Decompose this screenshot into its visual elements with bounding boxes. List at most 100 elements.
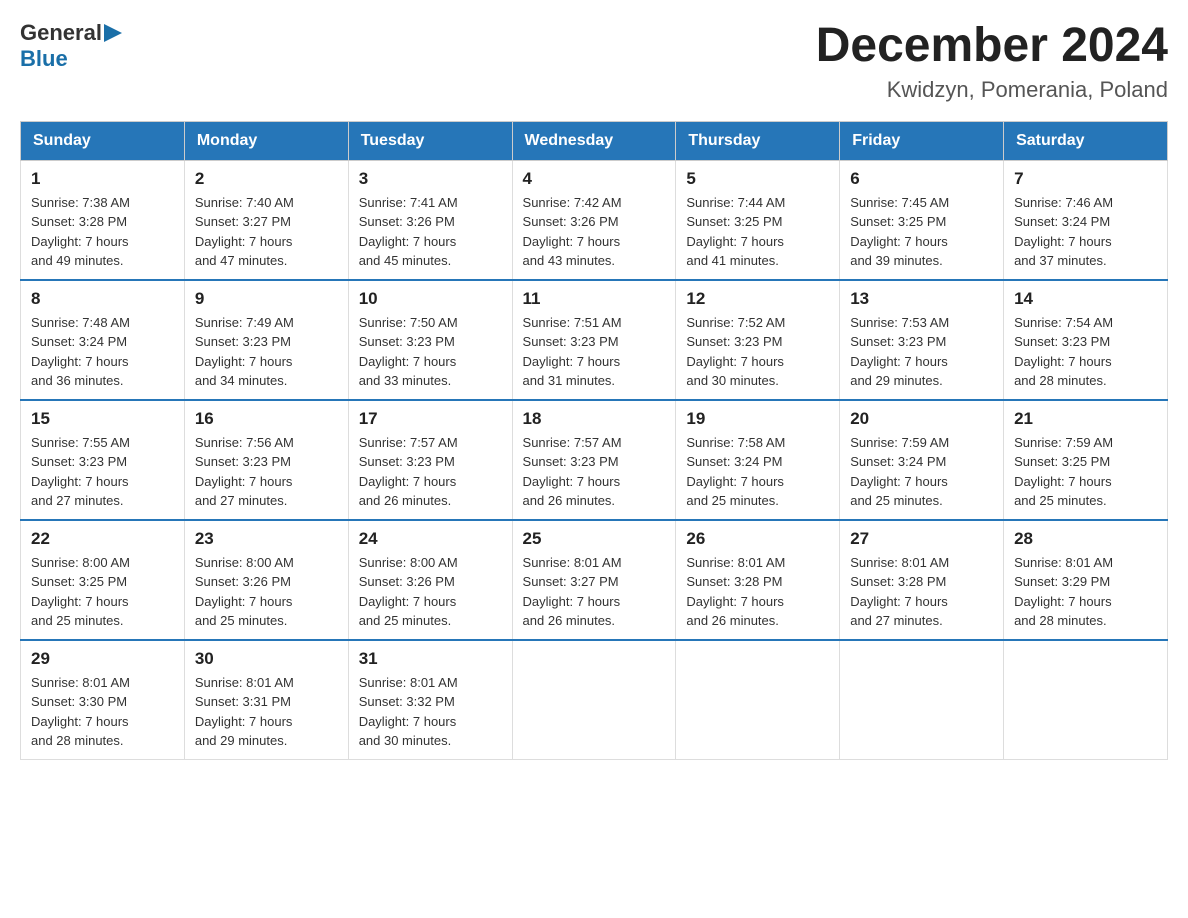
table-row: 12 Sunrise: 7:52 AM Sunset: 3:23 PM Dayl… xyxy=(676,280,840,400)
month-title: December 2024 xyxy=(816,20,1168,73)
day-number: 22 xyxy=(31,529,174,549)
day-number: 12 xyxy=(686,289,829,309)
table-row: 29 Sunrise: 8:01 AM Sunset: 3:30 PM Dayl… xyxy=(21,640,185,760)
day-number: 8 xyxy=(31,289,174,309)
table-row: 7 Sunrise: 7:46 AM Sunset: 3:24 PM Dayli… xyxy=(1004,160,1168,280)
day-number: 19 xyxy=(686,409,829,429)
table-row: 3 Sunrise: 7:41 AM Sunset: 3:26 PM Dayli… xyxy=(348,160,512,280)
day-info: Sunrise: 8:01 AM Sunset: 3:28 PM Dayligh… xyxy=(850,553,993,631)
col-thursday: Thursday xyxy=(676,121,840,160)
page-header: General Blue December 2024 Kwidzyn, Pome… xyxy=(20,20,1168,103)
day-number: 26 xyxy=(686,529,829,549)
col-friday: Friday xyxy=(840,121,1004,160)
table-row: 30 Sunrise: 8:01 AM Sunset: 3:31 PM Dayl… xyxy=(184,640,348,760)
day-info: Sunrise: 7:55 AM Sunset: 3:23 PM Dayligh… xyxy=(31,433,174,511)
calendar-week-row: 22 Sunrise: 8:00 AM Sunset: 3:25 PM Dayl… xyxy=(21,520,1168,640)
day-info: Sunrise: 7:45 AM Sunset: 3:25 PM Dayligh… xyxy=(850,193,993,271)
day-info: Sunrise: 7:57 AM Sunset: 3:23 PM Dayligh… xyxy=(359,433,502,511)
calendar-week-row: 8 Sunrise: 7:48 AM Sunset: 3:24 PM Dayli… xyxy=(21,280,1168,400)
day-number: 23 xyxy=(195,529,338,549)
day-info: Sunrise: 8:00 AM Sunset: 3:25 PM Dayligh… xyxy=(31,553,174,631)
table-row: 1 Sunrise: 7:38 AM Sunset: 3:28 PM Dayli… xyxy=(21,160,185,280)
day-number: 3 xyxy=(359,169,502,189)
table-row: 28 Sunrise: 8:01 AM Sunset: 3:29 PM Dayl… xyxy=(1004,520,1168,640)
day-number: 18 xyxy=(523,409,666,429)
day-info: Sunrise: 8:01 AM Sunset: 3:29 PM Dayligh… xyxy=(1014,553,1157,631)
table-row: 16 Sunrise: 7:56 AM Sunset: 3:23 PM Dayl… xyxy=(184,400,348,520)
day-info: Sunrise: 7:40 AM Sunset: 3:27 PM Dayligh… xyxy=(195,193,338,271)
day-info: Sunrise: 8:01 AM Sunset: 3:31 PM Dayligh… xyxy=(195,673,338,751)
day-info: Sunrise: 8:01 AM Sunset: 3:28 PM Dayligh… xyxy=(686,553,829,631)
table-row: 17 Sunrise: 7:57 AM Sunset: 3:23 PM Dayl… xyxy=(348,400,512,520)
day-number: 25 xyxy=(523,529,666,549)
day-info: Sunrise: 7:38 AM Sunset: 3:28 PM Dayligh… xyxy=(31,193,174,271)
logo-arrow-icon xyxy=(102,22,124,44)
logo-blue: Blue xyxy=(20,46,68,71)
day-info: Sunrise: 7:48 AM Sunset: 3:24 PM Dayligh… xyxy=(31,313,174,391)
day-info: Sunrise: 7:41 AM Sunset: 3:26 PM Dayligh… xyxy=(359,193,502,271)
day-info: Sunrise: 7:57 AM Sunset: 3:23 PM Dayligh… xyxy=(523,433,666,511)
table-row: 23 Sunrise: 8:00 AM Sunset: 3:26 PM Dayl… xyxy=(184,520,348,640)
day-number: 1 xyxy=(31,169,174,189)
table-row: 21 Sunrise: 7:59 AM Sunset: 3:25 PM Dayl… xyxy=(1004,400,1168,520)
table-row: 20 Sunrise: 7:59 AM Sunset: 3:24 PM Dayl… xyxy=(840,400,1004,520)
table-row xyxy=(676,640,840,760)
day-info: Sunrise: 7:54 AM Sunset: 3:23 PM Dayligh… xyxy=(1014,313,1157,391)
day-number: 7 xyxy=(1014,169,1157,189)
day-info: Sunrise: 7:52 AM Sunset: 3:23 PM Dayligh… xyxy=(686,313,829,391)
table-row: 19 Sunrise: 7:58 AM Sunset: 3:24 PM Dayl… xyxy=(676,400,840,520)
day-number: 17 xyxy=(359,409,502,429)
day-info: Sunrise: 7:44 AM Sunset: 3:25 PM Dayligh… xyxy=(686,193,829,271)
day-number: 21 xyxy=(1014,409,1157,429)
day-info: Sunrise: 7:59 AM Sunset: 3:25 PM Dayligh… xyxy=(1014,433,1157,511)
day-info: Sunrise: 8:01 AM Sunset: 3:27 PM Dayligh… xyxy=(523,553,666,631)
calendar-header-row: Sunday Monday Tuesday Wednesday Thursday… xyxy=(21,121,1168,160)
day-number: 16 xyxy=(195,409,338,429)
location-title: Kwidzyn, Pomerania, Poland xyxy=(816,77,1168,103)
day-info: Sunrise: 8:01 AM Sunset: 3:30 PM Dayligh… xyxy=(31,673,174,751)
day-info: Sunrise: 8:01 AM Sunset: 3:32 PM Dayligh… xyxy=(359,673,502,751)
table-row: 25 Sunrise: 8:01 AM Sunset: 3:27 PM Dayl… xyxy=(512,520,676,640)
table-row: 18 Sunrise: 7:57 AM Sunset: 3:23 PM Dayl… xyxy=(512,400,676,520)
day-number: 20 xyxy=(850,409,993,429)
table-row: 4 Sunrise: 7:42 AM Sunset: 3:26 PM Dayli… xyxy=(512,160,676,280)
col-saturday: Saturday xyxy=(1004,121,1168,160)
day-number: 15 xyxy=(31,409,174,429)
day-number: 24 xyxy=(359,529,502,549)
col-sunday: Sunday xyxy=(21,121,185,160)
calendar-week-row: 1 Sunrise: 7:38 AM Sunset: 3:28 PM Dayli… xyxy=(21,160,1168,280)
day-info: Sunrise: 7:51 AM Sunset: 3:23 PM Dayligh… xyxy=(523,313,666,391)
day-number: 10 xyxy=(359,289,502,309)
table-row: 15 Sunrise: 7:55 AM Sunset: 3:23 PM Dayl… xyxy=(21,400,185,520)
col-tuesday: Tuesday xyxy=(348,121,512,160)
day-info: Sunrise: 7:58 AM Sunset: 3:24 PM Dayligh… xyxy=(686,433,829,511)
day-number: 2 xyxy=(195,169,338,189)
day-info: Sunrise: 7:56 AM Sunset: 3:23 PM Dayligh… xyxy=(195,433,338,511)
day-info: Sunrise: 7:49 AM Sunset: 3:23 PM Dayligh… xyxy=(195,313,338,391)
table-row: 13 Sunrise: 7:53 AM Sunset: 3:23 PM Dayl… xyxy=(840,280,1004,400)
table-row: 22 Sunrise: 8:00 AM Sunset: 3:25 PM Dayl… xyxy=(21,520,185,640)
table-row xyxy=(1004,640,1168,760)
day-info: Sunrise: 7:46 AM Sunset: 3:24 PM Dayligh… xyxy=(1014,193,1157,271)
day-info: Sunrise: 7:50 AM Sunset: 3:23 PM Dayligh… xyxy=(359,313,502,391)
table-row: 31 Sunrise: 8:01 AM Sunset: 3:32 PM Dayl… xyxy=(348,640,512,760)
table-row: 27 Sunrise: 8:01 AM Sunset: 3:28 PM Dayl… xyxy=(840,520,1004,640)
table-row: 8 Sunrise: 7:48 AM Sunset: 3:24 PM Dayli… xyxy=(21,280,185,400)
table-row: 10 Sunrise: 7:50 AM Sunset: 3:23 PM Dayl… xyxy=(348,280,512,400)
table-row: 24 Sunrise: 8:00 AM Sunset: 3:26 PM Dayl… xyxy=(348,520,512,640)
table-row: 6 Sunrise: 7:45 AM Sunset: 3:25 PM Dayli… xyxy=(840,160,1004,280)
table-row: 14 Sunrise: 7:54 AM Sunset: 3:23 PM Dayl… xyxy=(1004,280,1168,400)
col-monday: Monday xyxy=(184,121,348,160)
day-number: 9 xyxy=(195,289,338,309)
table-row xyxy=(512,640,676,760)
day-number: 14 xyxy=(1014,289,1157,309)
day-info: Sunrise: 8:00 AM Sunset: 3:26 PM Dayligh… xyxy=(359,553,502,631)
day-number: 6 xyxy=(850,169,993,189)
logo: General Blue xyxy=(20,20,126,72)
calendar-table: Sunday Monday Tuesday Wednesday Thursday… xyxy=(20,121,1168,760)
day-number: 4 xyxy=(523,169,666,189)
calendar-week-row: 15 Sunrise: 7:55 AM Sunset: 3:23 PM Dayl… xyxy=(21,400,1168,520)
day-number: 29 xyxy=(31,649,174,669)
day-info: Sunrise: 8:00 AM Sunset: 3:26 PM Dayligh… xyxy=(195,553,338,631)
table-row: 9 Sunrise: 7:49 AM Sunset: 3:23 PM Dayli… xyxy=(184,280,348,400)
